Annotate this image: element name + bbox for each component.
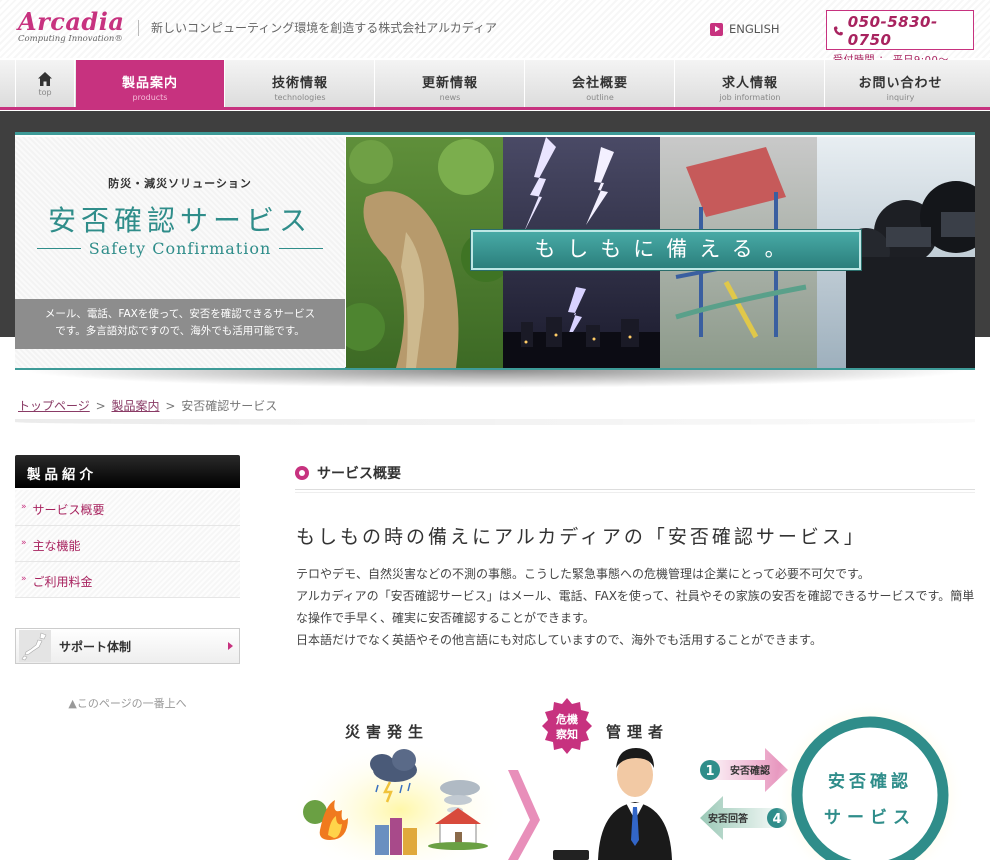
sidebar-item-overview[interactable]: » サービス概要 [15, 490, 240, 526]
service-flow-diagram: 災害発生 危機 察知 管理者 1 安否確認 安否回答 4 安否確認 サービス [290, 690, 990, 860]
nav-outline[interactable]: 会社概要 outline [526, 60, 675, 107]
divider [37, 248, 81, 249]
hero-text-panel: 防災・減災ソリューション 安否確認サービス Safety Confirmatio… [15, 137, 345, 368]
site-tagline: 新しいコンピューティング環境を創造する株式会社アルカディア [138, 20, 497, 36]
lead-heading: もしもの時の備えにアルカディアの「安否確認サービス」 [296, 526, 866, 548]
nav-inquiry[interactable]: お問い合わせ inquiry [826, 60, 975, 107]
step1-arrow: 1 安否確認 [700, 748, 788, 792]
service-label-line1: 安否確認 [828, 771, 912, 792]
nav-inquiry-label: お問い合わせ [858, 76, 943, 91]
sidebar-item-pricing[interactable]: » ご利用料金 [15, 562, 240, 598]
global-nav: top 製品案内 products 技術情報 technologies 更新情報… [0, 60, 990, 110]
nav-news-sublabel: news [439, 93, 461, 102]
disaster-label: 災害発生 [345, 723, 429, 741]
chevron-right-icon: » [21, 538, 27, 548]
arrow-right-icon [710, 22, 723, 36]
hero-subtitle: 防災・減災ソリューション [108, 177, 252, 190]
nav-news-label: 更新情報 [421, 76, 478, 91]
step4-label: 安否回答 [708, 812, 749, 825]
nav-technologies-label: 技術情報 [271, 76, 328, 91]
support-button[interactable]: サポート体制 [15, 628, 240, 664]
laptop-icon [553, 850, 589, 860]
divider [279, 248, 324, 249]
nav-news[interactable]: 更新情報 news [376, 60, 525, 107]
nav-technologies[interactable]: 技術情報 technologies [226, 60, 375, 107]
home-icon [38, 72, 52, 86]
hero-title: 安否確認サービス [47, 204, 312, 237]
section-title: サービス概要 [295, 456, 975, 493]
hero-catchphrase: もしもに備える。 [470, 229, 862, 271]
section-title-text: サービス概要 [317, 465, 401, 482]
nav-inquiry-sublabel: inquiry [886, 93, 915, 102]
phone-number-text: 050-5830-0750 [847, 13, 938, 49]
nav-jobs-label: 求人情報 [721, 76, 778, 91]
sidebar-item-label: ご利用料金 [32, 575, 93, 589]
nav-products-label: 製品案内 [121, 76, 178, 91]
hero-photo-collage: もしもに備える。 [346, 137, 975, 368]
sidebar-item-label: サービス概要 [32, 503, 105, 517]
english-link[interactable]: ENGLISH [710, 22, 780, 36]
service-label-line2: サービス [824, 808, 916, 828]
back-to-top-link[interactable]: ▲このページの一番上へ [15, 695, 240, 711]
manager-label: 管理者 [606, 723, 669, 741]
paragraph: アルカディアの「安否確認サービス」はメール、電話、FAXを使って、社員やその家族… [296, 589, 975, 625]
flow-diagram-graphic: 災害発生 危機 察知 管理者 1 安否確認 安否回答 4 安否確認 サービス [290, 698, 965, 860]
chevron-right-icon [508, 770, 540, 860]
circle-bullet-icon [295, 465, 309, 480]
breadcrumb-home-link[interactable]: トップページ [18, 399, 90, 413]
logo-subtext: Computing Innovation® [18, 34, 123, 44]
step1-label: 安否確認 [730, 764, 770, 777]
sidebar-menu: » サービス概要 » 主な機能 » ご利用料金 [15, 490, 240, 598]
chevron-right-icon: » [21, 502, 27, 512]
hero-description-line: メール、電話、FAXを使って、安否を確認できるサービス [44, 308, 316, 320]
nav-products-sublabel: products [132, 93, 168, 102]
sidebar-heading: 製品紹介 [15, 455, 240, 488]
site-header: Arcadia Computing Innovation® 新しいコンピューティ… [0, 0, 990, 77]
hero-banner: 防災・減災ソリューション 安否確認サービス Safety Confirmatio… [15, 132, 975, 370]
nav-jobs-sublabel: job information [719, 93, 781, 102]
chevron-right-icon: » [21, 574, 27, 584]
manager-icon [598, 748, 672, 860]
support-label: サポート体制 [59, 639, 132, 654]
arrow-right-icon [228, 642, 233, 650]
nav-jobs[interactable]: 求人情報 job information [676, 60, 825, 107]
sidebar-item-label: 主な機能 [32, 539, 81, 553]
alert-badge-line2: 察知 [556, 727, 578, 741]
hero-english-label: Safety Confirmation [88, 239, 272, 258]
breadcrumb-current: 安否確認サービス [181, 399, 278, 413]
japan-map-icon [19, 630, 51, 662]
nav-home-label: top [38, 88, 52, 97]
phone-icon [833, 26, 843, 36]
nav-products[interactable]: 製品案内 products [76, 60, 225, 107]
nav-outline-label: 会社概要 [571, 76, 628, 91]
company-logo[interactable]: Arcadia Computing Innovation® [18, 7, 125, 45]
nav-home[interactable]: top [15, 60, 75, 107]
hero-description-line: です。多言語対応ですので、海外でも活用可能です。 [55, 325, 305, 337]
breadcrumb: トップページ > 製品案内 > 安否確認サービス [18, 397, 277, 414]
breadcrumb-separator: > [165, 399, 176, 413]
hero-english-title: Safety Confirmation [37, 239, 324, 258]
logo-text: Arcadia [18, 7, 125, 36]
alert-badge: 危機 察知 [542, 698, 592, 754]
paragraph: 日本語だけでなく英語やその他言語にも対応していますので、海外でも活用することがで… [296, 633, 822, 647]
breadcrumb-separator: > [95, 399, 106, 413]
divider [15, 419, 975, 425]
step4-arrow: 安否回答 4 [700, 796, 788, 840]
hero-shadow [20, 370, 970, 388]
service-circle: 安否確認 サービス [775, 700, 965, 860]
alert-badge-line1: 危機 [555, 712, 578, 726]
phone-number: 050-5830-0750 [833, 13, 967, 49]
sidebar-item-features[interactable]: » 主な機能 [15, 526, 240, 562]
phone-contact-box: 050-5830-0750 受付時間 ： 平日9:00～17:00 [826, 10, 974, 77]
paragraph: テロやデモ、自然災害などの不測の事態。こうした緊急事態への危機管理は企業にとって… [296, 567, 870, 581]
step1-number: 1 [705, 764, 714, 779]
hero-description: メール、電話、FAXを使って、安否を確認できるサービス です。多言語対応ですので… [15, 299, 345, 349]
body-text: テロやデモ、自然災害などの不測の事態。こうした緊急事態への危機管理は企業にとって… [296, 563, 981, 651]
nav-outline-sublabel: outline [586, 93, 614, 102]
english-link-label: ENGLISH [729, 22, 780, 36]
nav-technologies-sublabel: technologies [274, 93, 326, 102]
breadcrumb-products-link[interactable]: 製品案内 [111, 399, 159, 413]
